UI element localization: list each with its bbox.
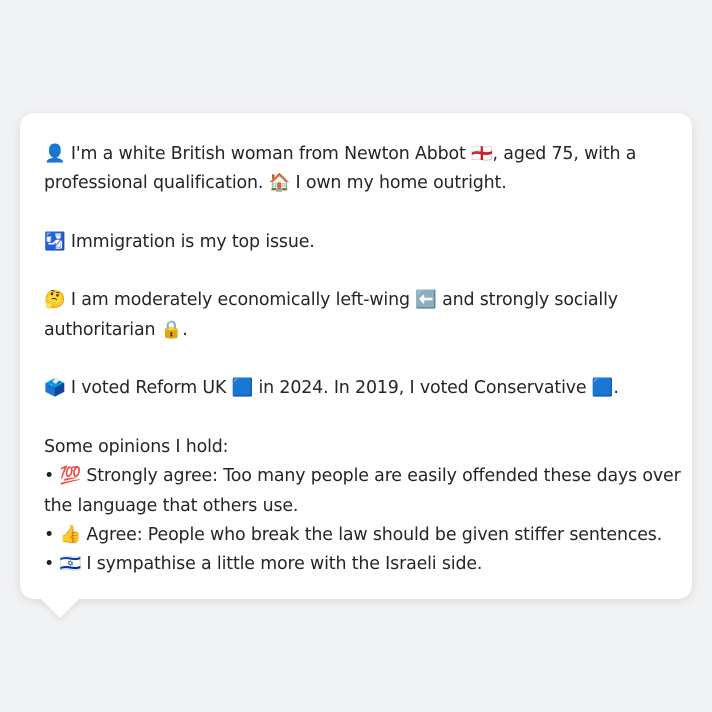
voting-history-line: 🗳️ I voted Reform UK 🟦 in 2024. In 2019,… bbox=[44, 378, 619, 399]
political-position-line-continued: authoritarian 🔒. bbox=[44, 319, 188, 340]
opinions-heading: Some opinions I hold: bbox=[44, 436, 229, 457]
message-bubble: 👤 I'm a white British woman from Newton … bbox=[20, 113, 692, 599]
profile-home-line: professional qualification. 🏠 I own my h… bbox=[44, 173, 507, 194]
profile-identity-line: 👤 I'm a white British woman from Newton … bbox=[44, 144, 637, 164]
opinion-item: • 👍 Agree: People who break the law shou… bbox=[44, 524, 663, 545]
top-issue-line: 🛂 Immigration is my top issue. bbox=[44, 231, 315, 252]
opinion-item-continued: the language that others use. bbox=[44, 495, 299, 516]
message-bubble-tail bbox=[40, 598, 80, 618]
opinion-item: • 💯 Strongly agree: Too many people are … bbox=[44, 466, 681, 487]
political-position-line: 🤔 I am moderately economically left-wing… bbox=[44, 290, 618, 311]
opinion-item: • 🇮🇱 I sympathise a little more with the… bbox=[44, 554, 483, 575]
